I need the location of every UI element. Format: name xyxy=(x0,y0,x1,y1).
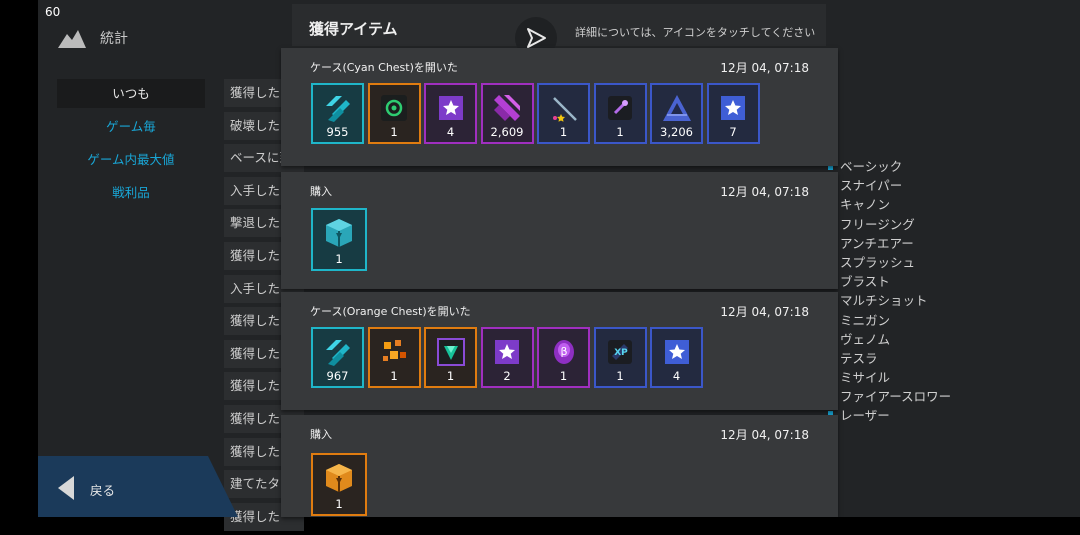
item-count: 3,206 xyxy=(660,125,693,139)
gem-frame-icon xyxy=(432,335,470,369)
tower-list-item: レーザー xyxy=(840,408,890,424)
item-count: 7 xyxy=(729,125,737,139)
item-row: 955 1 4 2,609 1 1 3,206 7 xyxy=(311,83,760,144)
item-row: 1 xyxy=(311,453,367,516)
reward-item[interactable]: 2 xyxy=(480,327,534,388)
mountain-icon xyxy=(58,30,86,48)
item-count: 1 xyxy=(335,497,343,511)
reward-item[interactable]: β 1 xyxy=(537,327,590,388)
tower-list-item: キャノン xyxy=(840,197,891,213)
reward-item[interactable]: 7 xyxy=(706,83,760,144)
reward-item[interactable]: 2,609 xyxy=(480,83,534,144)
reward-card: 購入 12月 04, 07:18 1 xyxy=(281,415,838,517)
card-time: 12月 04, 07:18 xyxy=(720,61,809,75)
item-count: 1 xyxy=(616,369,624,383)
svg-text:β: β xyxy=(560,345,567,358)
reward-item[interactable]: 4 xyxy=(424,83,477,144)
tower-list-item: スプラッシュ xyxy=(840,254,916,270)
tower-list-item: テスラ xyxy=(840,350,878,366)
triangle-icon xyxy=(658,91,696,125)
orange-cubes-icon xyxy=(375,335,413,369)
reward-card: ケース(Orange Chest)を開いた 12月 04, 07:18 967 … xyxy=(281,292,838,410)
fps-counter: 60 xyxy=(45,5,61,19)
tower-list-item: フリージング xyxy=(840,216,915,232)
reward-item[interactable]: 1 xyxy=(367,83,421,144)
tower-list-item: マルチショット xyxy=(840,293,928,309)
item-count: 1 xyxy=(616,125,624,139)
item-count: 1 xyxy=(390,125,398,139)
tower-list-item: ミニガン xyxy=(840,312,891,328)
star-scroll-icon xyxy=(658,335,696,369)
star-scroll-icon xyxy=(432,91,470,125)
reward-item[interactable]: 1 xyxy=(424,327,477,388)
cyan-shard-icon xyxy=(319,91,357,125)
menu-item-max-in-game[interactable]: ゲーム内最大値 xyxy=(57,145,205,174)
item-count: 1 xyxy=(559,125,568,139)
item-count: 1 xyxy=(390,369,398,383)
xp-icon: XP xyxy=(601,335,639,369)
item-count: 4 xyxy=(446,125,455,139)
reward-item[interactable]: 1 xyxy=(367,327,421,388)
reward-item[interactable]: 955 xyxy=(311,83,364,144)
back-button-label[interactable]: 戻る xyxy=(90,480,115,499)
reward-card: 購入 12月 04, 07:18 1 xyxy=(281,172,838,289)
menu-item-per-game[interactable]: ゲーム毎 xyxy=(57,112,205,141)
purple-stripes-icon xyxy=(488,91,526,125)
cyan-shard-icon xyxy=(319,335,357,369)
tower-list-item: ベーシック xyxy=(840,159,903,174)
potion-icon xyxy=(601,91,639,125)
tower-list-item: ブラスト xyxy=(840,274,890,290)
card-time: 12月 04, 07:18 xyxy=(720,305,809,319)
star-scroll-icon xyxy=(488,335,526,369)
stats-title: 統計 xyxy=(100,31,128,47)
card-title: ケース(Orange Chest)を開いた xyxy=(310,305,471,318)
green-swirl-icon xyxy=(375,91,413,125)
modal-title: 獲得アイテム xyxy=(309,20,398,38)
orange-chest-icon xyxy=(320,461,358,495)
item-count: 2,609 xyxy=(490,125,524,139)
reward-item[interactable]: 1 xyxy=(593,83,647,144)
item-count: 1 xyxy=(446,369,455,383)
reward-item[interactable]: 1 xyxy=(311,453,367,516)
navigate-icon xyxy=(527,28,546,48)
cyan-chest-icon xyxy=(320,216,358,250)
reward-card: ケース(Cyan Chest)を開いた 12月 04, 07:18 955 1 … xyxy=(281,48,838,166)
reward-item[interactable]: XP 1 xyxy=(593,327,647,388)
tower-list-item: ミサイル xyxy=(840,370,891,386)
item-count: 955 xyxy=(326,125,349,139)
tower-list-item: ファイアースロワー xyxy=(840,389,952,405)
item-count: 1 xyxy=(559,369,568,383)
reward-item[interactable]: 1 xyxy=(311,208,367,271)
menu-item-always[interactable]: いつも xyxy=(57,79,205,108)
tower-list-item: アンチエアー xyxy=(840,235,914,251)
staff-icon xyxy=(545,91,583,125)
card-time: 12月 04, 07:18 xyxy=(720,185,809,199)
svg-text:XP: XP xyxy=(614,348,628,358)
card-time: 12月 04, 07:18 xyxy=(720,428,809,442)
item-count: 967 xyxy=(326,369,349,383)
item-row: 1 xyxy=(311,208,367,271)
reward-item[interactable]: 4 xyxy=(650,327,703,388)
stats-menu: いつも ゲーム毎 ゲーム内最大値 戦利品 xyxy=(57,79,205,211)
menu-item-loot[interactable]: 戦利品 xyxy=(57,178,205,207)
item-count: 2 xyxy=(503,369,511,383)
stats-header: 統計 xyxy=(58,28,128,48)
card-title: 購入 xyxy=(310,428,332,441)
back-arrow-icon xyxy=(58,476,74,500)
star-scroll-icon xyxy=(714,91,752,125)
reward-item[interactable]: 1 xyxy=(537,83,590,144)
item-count: 1 xyxy=(335,252,343,266)
tower-list-item: ヴェノム xyxy=(840,331,891,347)
item-row: 967 1 1 2 β 1 XP 1 4 xyxy=(311,327,703,388)
reward-item[interactable]: 3,206 xyxy=(650,83,703,144)
card-title: 購入 xyxy=(310,185,332,198)
reward-item[interactable]: 967 xyxy=(311,327,364,388)
card-title: ケース(Cyan Chest)を開いた xyxy=(310,61,458,74)
tower-list-item: スナイパー xyxy=(840,178,903,194)
beta-orb-icon: β xyxy=(545,335,583,369)
modal-hint: 詳細については、アイコンをタッチしてください xyxy=(575,26,816,39)
tower-list: ベーシック スナイパー キャノン フリージング アンチエアー スプラッシュ ブラ… xyxy=(840,157,951,426)
item-count: 4 xyxy=(672,369,681,383)
